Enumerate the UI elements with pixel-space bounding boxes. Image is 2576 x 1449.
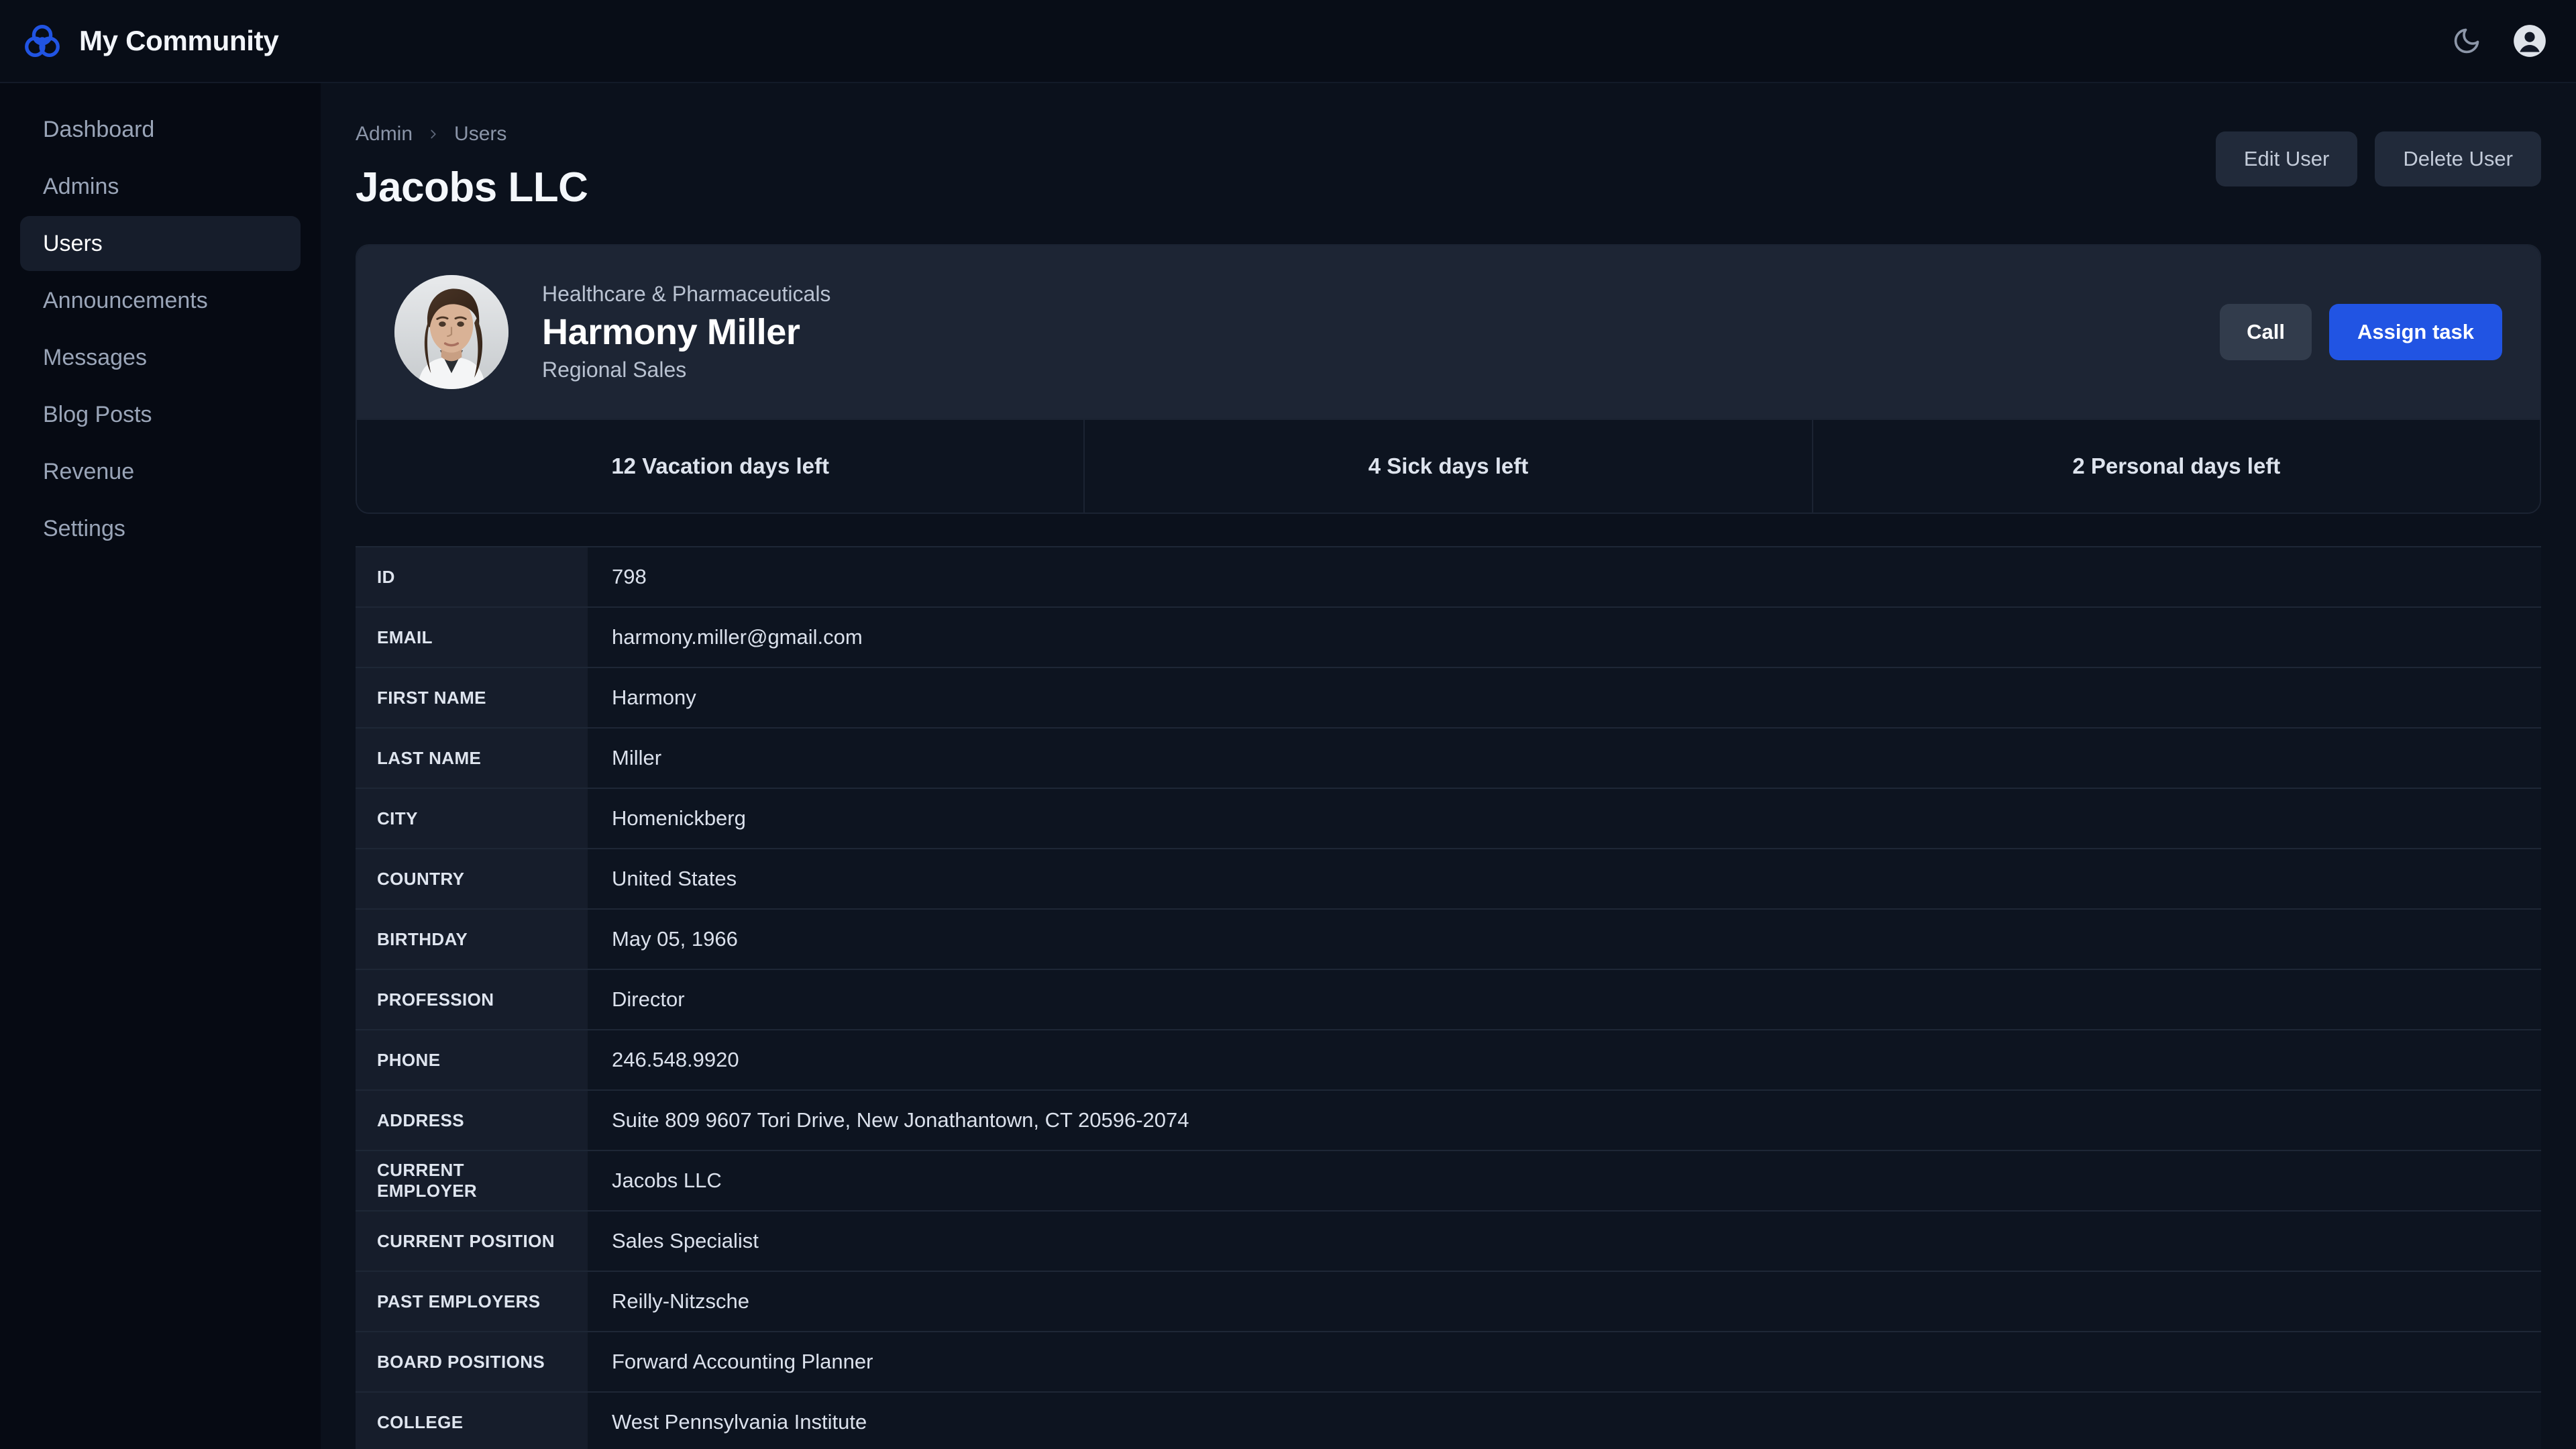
assign-task-button[interactable]: Assign task — [2328, 304, 2502, 361]
row-label: LAST NAME — [356, 729, 588, 788]
row-label: PROFESSION — [356, 970, 588, 1030]
row-label: FIRST NAME — [356, 668, 588, 728]
row-label: CITY — [356, 789, 588, 849]
row-label: ID — [356, 547, 588, 607]
page-header-actions: Edit User Delete User — [2215, 131, 2541, 186]
row-value: 798 — [588, 547, 2541, 607]
sidebar-item-label: Admins — [43, 173, 119, 199]
row-value: Sales Specialist — [588, 1212, 2541, 1271]
brand-title: My Community — [79, 25, 279, 56]
row-label: COLLEGE — [356, 1393, 588, 1449]
sidebar-item-revenue[interactable]: Revenue — [20, 444, 301, 499]
row-label: BIRTHDAY — [356, 910, 588, 969]
table-row: CURRENT POSITION Sales Specialist — [356, 1212, 2541, 1273]
table-row: PAST EMPLOYERS Reilly-Nitzsche — [356, 1272, 2541, 1333]
row-value: Harmony — [588, 668, 2541, 728]
row-value: Homenickberg — [588, 789, 2541, 849]
row-value: May 05, 1966 — [588, 910, 2541, 969]
table-row: ID 798 — [356, 547, 2541, 608]
row-label: PHONE — [356, 1030, 588, 1090]
breadcrumb-admin[interactable]: Admin — [356, 123, 413, 146]
profile-card: Healthcare & Pharmaceuticals Harmony Mil… — [356, 244, 2541, 515]
sidebar: Dashboard Admins Users Announcements Mes… — [0, 83, 321, 1449]
top-bar-actions — [2447, 21, 2549, 60]
table-row: BIRTHDAY May 05, 1966 — [356, 910, 2541, 971]
sidebar-item-label: Revenue — [43, 458, 135, 484]
table-row: COUNTRY United States — [356, 849, 2541, 910]
row-value: Director — [588, 970, 2541, 1030]
sidebar-item-label: Announcements — [43, 287, 208, 313]
avatar — [394, 275, 508, 390]
page-title: Jacobs LLC — [356, 164, 588, 211]
user-details-table: ID 798 EMAIL harmony.miller@gmail.com FI… — [356, 546, 2541, 1449]
sidebar-item-messages[interactable]: Messages — [20, 330, 301, 385]
row-value: Forward Accounting Planner — [588, 1332, 2541, 1392]
breadcrumb: Admin Users — [356, 121, 2541, 148]
sidebar-item-label: Settings — [43, 515, 125, 541]
row-value: Suite 809 9607 Tori Drive, New Jonathant… — [588, 1091, 2541, 1150]
profile-card-header: Healthcare & Pharmaceuticals Harmony Mil… — [357, 246, 2540, 419]
table-row: EMAIL harmony.miller@gmail.com — [356, 608, 2541, 669]
profile-actions: Call Assign task — [2220, 304, 2502, 361]
trefoil-knot-logo-icon — [21, 20, 63, 62]
table-row: FIRST NAME Harmony — [356, 668, 2541, 729]
row-label: BOARD POSITIONS — [356, 1332, 588, 1392]
sidebar-item-announcements[interactable]: Announcements — [20, 273, 301, 328]
row-value: 246.548.9920 — [588, 1030, 2541, 1090]
sidebar-item-dashboard[interactable]: Dashboard — [20, 102, 301, 157]
profile-role: Regional Sales — [542, 358, 687, 382]
sidebar-item-label: Users — [43, 230, 103, 256]
row-value: United States — [588, 849, 2541, 909]
row-label: CURRENT POSITION — [356, 1212, 588, 1271]
table-row: BOARD POSITIONS Forward Accounting Plann… — [356, 1332, 2541, 1393]
sidebar-item-users[interactable]: Users — [20, 216, 301, 271]
profile-industry: Healthcare & Pharmaceuticals — [542, 281, 831, 306]
edit-user-button[interactable]: Edit User — [2215, 131, 2358, 186]
profile-identity: Healthcare & Pharmaceuticals Harmony Mil… — [542, 282, 2186, 382]
moon-icon[interactable] — [2447, 21, 2486, 60]
sidebar-item-admins[interactable]: Admins — [20, 159, 301, 214]
sidebar-item-label: Messages — [43, 344, 147, 370]
top-bar: My Community — [0, 0, 2576, 83]
stats-row: 12 Vacation days left 4 Sick days left 2… — [357, 419, 2540, 513]
table-row: ADDRESS Suite 809 9607 Tori Drive, New J… — [356, 1091, 2541, 1152]
row-label: ADDRESS — [356, 1091, 588, 1150]
row-value: harmony.miller@gmail.com — [588, 608, 2541, 667]
sidebar-item-label: Dashboard — [43, 116, 155, 142]
page-header: Jacobs LLC Edit User Delete User — [356, 131, 2541, 211]
row-label: COUNTRY — [356, 849, 588, 909]
row-value: Reilly-Nitzsche — [588, 1272, 2541, 1332]
chevron-right-icon — [426, 127, 441, 142]
row-value: West Pennsylvania Institute — [588, 1393, 2541, 1449]
stat-vacation-days: 12 Vacation days left — [611, 453, 829, 479]
table-row: LAST NAME Miller — [356, 729, 2541, 790]
main-content: Admin Users Jacobs LLC Edit User Delete … — [321, 83, 2576, 1449]
delete-user-button[interactable]: Delete User — [2375, 131, 2541, 186]
sidebar-item-settings[interactable]: Settings — [20, 501, 301, 556]
row-label: PAST EMPLOYERS — [356, 1272, 588, 1332]
sidebar-item-label: Blog Posts — [43, 401, 152, 427]
profile-name: Harmony Miller — [542, 311, 800, 352]
table-row: PHONE 246.548.9920 — [356, 1030, 2541, 1091]
breadcrumb-users[interactable]: Users — [454, 123, 506, 146]
row-value: Miller — [588, 729, 2541, 788]
stat-personal-days: 2 Personal days left — [1811, 420, 2540, 513]
table-row: PROFESSION Director — [356, 970, 2541, 1031]
brand[interactable]: My Community — [21, 20, 279, 62]
sidebar-item-blog-posts[interactable]: Blog Posts — [20, 387, 301, 442]
row-value: Jacobs LLC — [588, 1151, 2541, 1211]
call-button[interactable]: Call — [2220, 304, 2312, 361]
table-row: CURRENT EMPLOYER Jacobs LLC — [356, 1151, 2541, 1212]
row-label: CURRENT EMPLOYER — [356, 1151, 588, 1211]
stat-sick-days: 4 Sick days left — [1083, 420, 1811, 513]
table-row: COLLEGE West Pennsylvania Institute — [356, 1393, 2541, 1449]
user-circle-icon[interactable] — [2510, 21, 2549, 60]
table-row: CITY Homenickberg — [356, 789, 2541, 850]
row-label: EMAIL — [356, 608, 588, 667]
